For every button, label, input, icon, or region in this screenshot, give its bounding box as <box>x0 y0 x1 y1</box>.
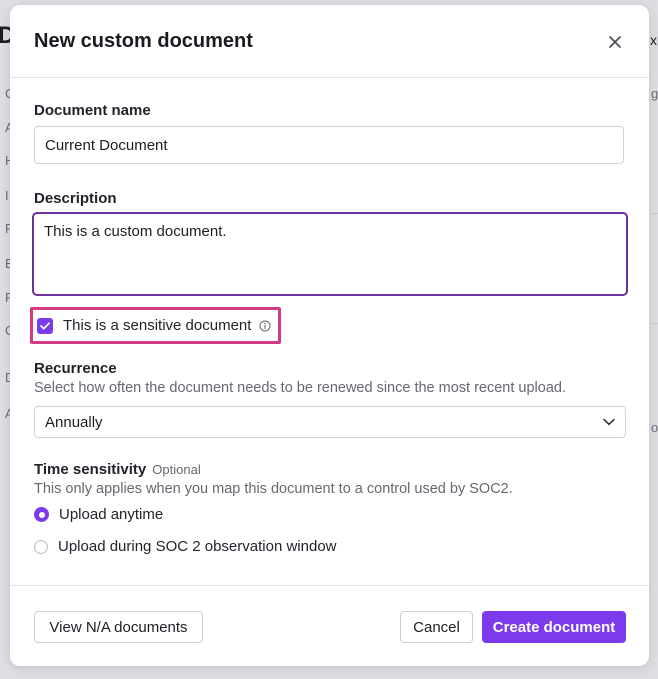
background-divider <box>652 213 658 214</box>
sensitive-checkbox[interactable] <box>37 317 53 334</box>
recurrence-selected-value: Annually <box>45 413 103 431</box>
modal-header: New custom document <box>10 5 649 78</box>
checkmark-icon <box>40 321 50 329</box>
radio-label: Upload anytime <box>59 506 164 523</box>
time-sensitivity-help-text: This only applies when you map this docu… <box>34 481 513 497</box>
close-button[interactable] <box>604 31 626 53</box>
background-divider <box>652 323 658 324</box>
radio-upload-anytime[interactable]: Upload anytime <box>34 506 163 523</box>
background-right-text: xp <box>650 32 658 48</box>
background-nav-letter: I <box>5 188 9 203</box>
description-textarea[interactable]: This is a custom document. <box>32 212 628 296</box>
modal-title: New custom document <box>34 30 253 52</box>
recurrence-label: Recurrence <box>34 360 117 377</box>
recurrence-select[interactable]: Annually <box>34 406 626 438</box>
close-icon <box>609 36 621 48</box>
document-name-input[interactable] <box>34 126 624 164</box>
view-na-documents-button[interactable]: View N/A documents <box>34 611 203 643</box>
create-document-button[interactable]: Create document <box>482 611 626 643</box>
background-right-text: o <box>651 420 658 435</box>
time-sensitivity-label: Time sensitivity <box>34 461 147 478</box>
sensitive-document-checkbox-row[interactable]: This is a sensitive document <box>30 307 281 344</box>
radio-button-checked[interactable] <box>34 507 49 522</box>
recurrence-help-text: Select how often the document needs to b… <box>34 380 567 396</box>
info-icon[interactable] <box>259 320 271 332</box>
description-label: Description <box>34 190 117 207</box>
document-name-label: Document name <box>34 102 151 119</box>
new-document-modal: New custom document Document name Descri… <box>10 5 649 666</box>
radio-upload-observation-window[interactable]: Upload during SOC 2 observation window <box>34 538 337 555</box>
chevron-down-icon <box>603 418 615 426</box>
time-sensitivity-heading: Time sensitivity Optional <box>34 461 201 478</box>
radio-button-unchecked[interactable] <box>34 539 48 554</box>
sensitive-label: This is a sensitive document <box>63 317 252 334</box>
cancel-button[interactable]: Cancel <box>400 611 473 643</box>
radio-label: Upload during SOC 2 observation window <box>58 538 337 555</box>
optional-tag: Optional <box>152 462 201 477</box>
background-right-text: g <box>651 86 658 101</box>
footer-divider <box>10 585 649 586</box>
